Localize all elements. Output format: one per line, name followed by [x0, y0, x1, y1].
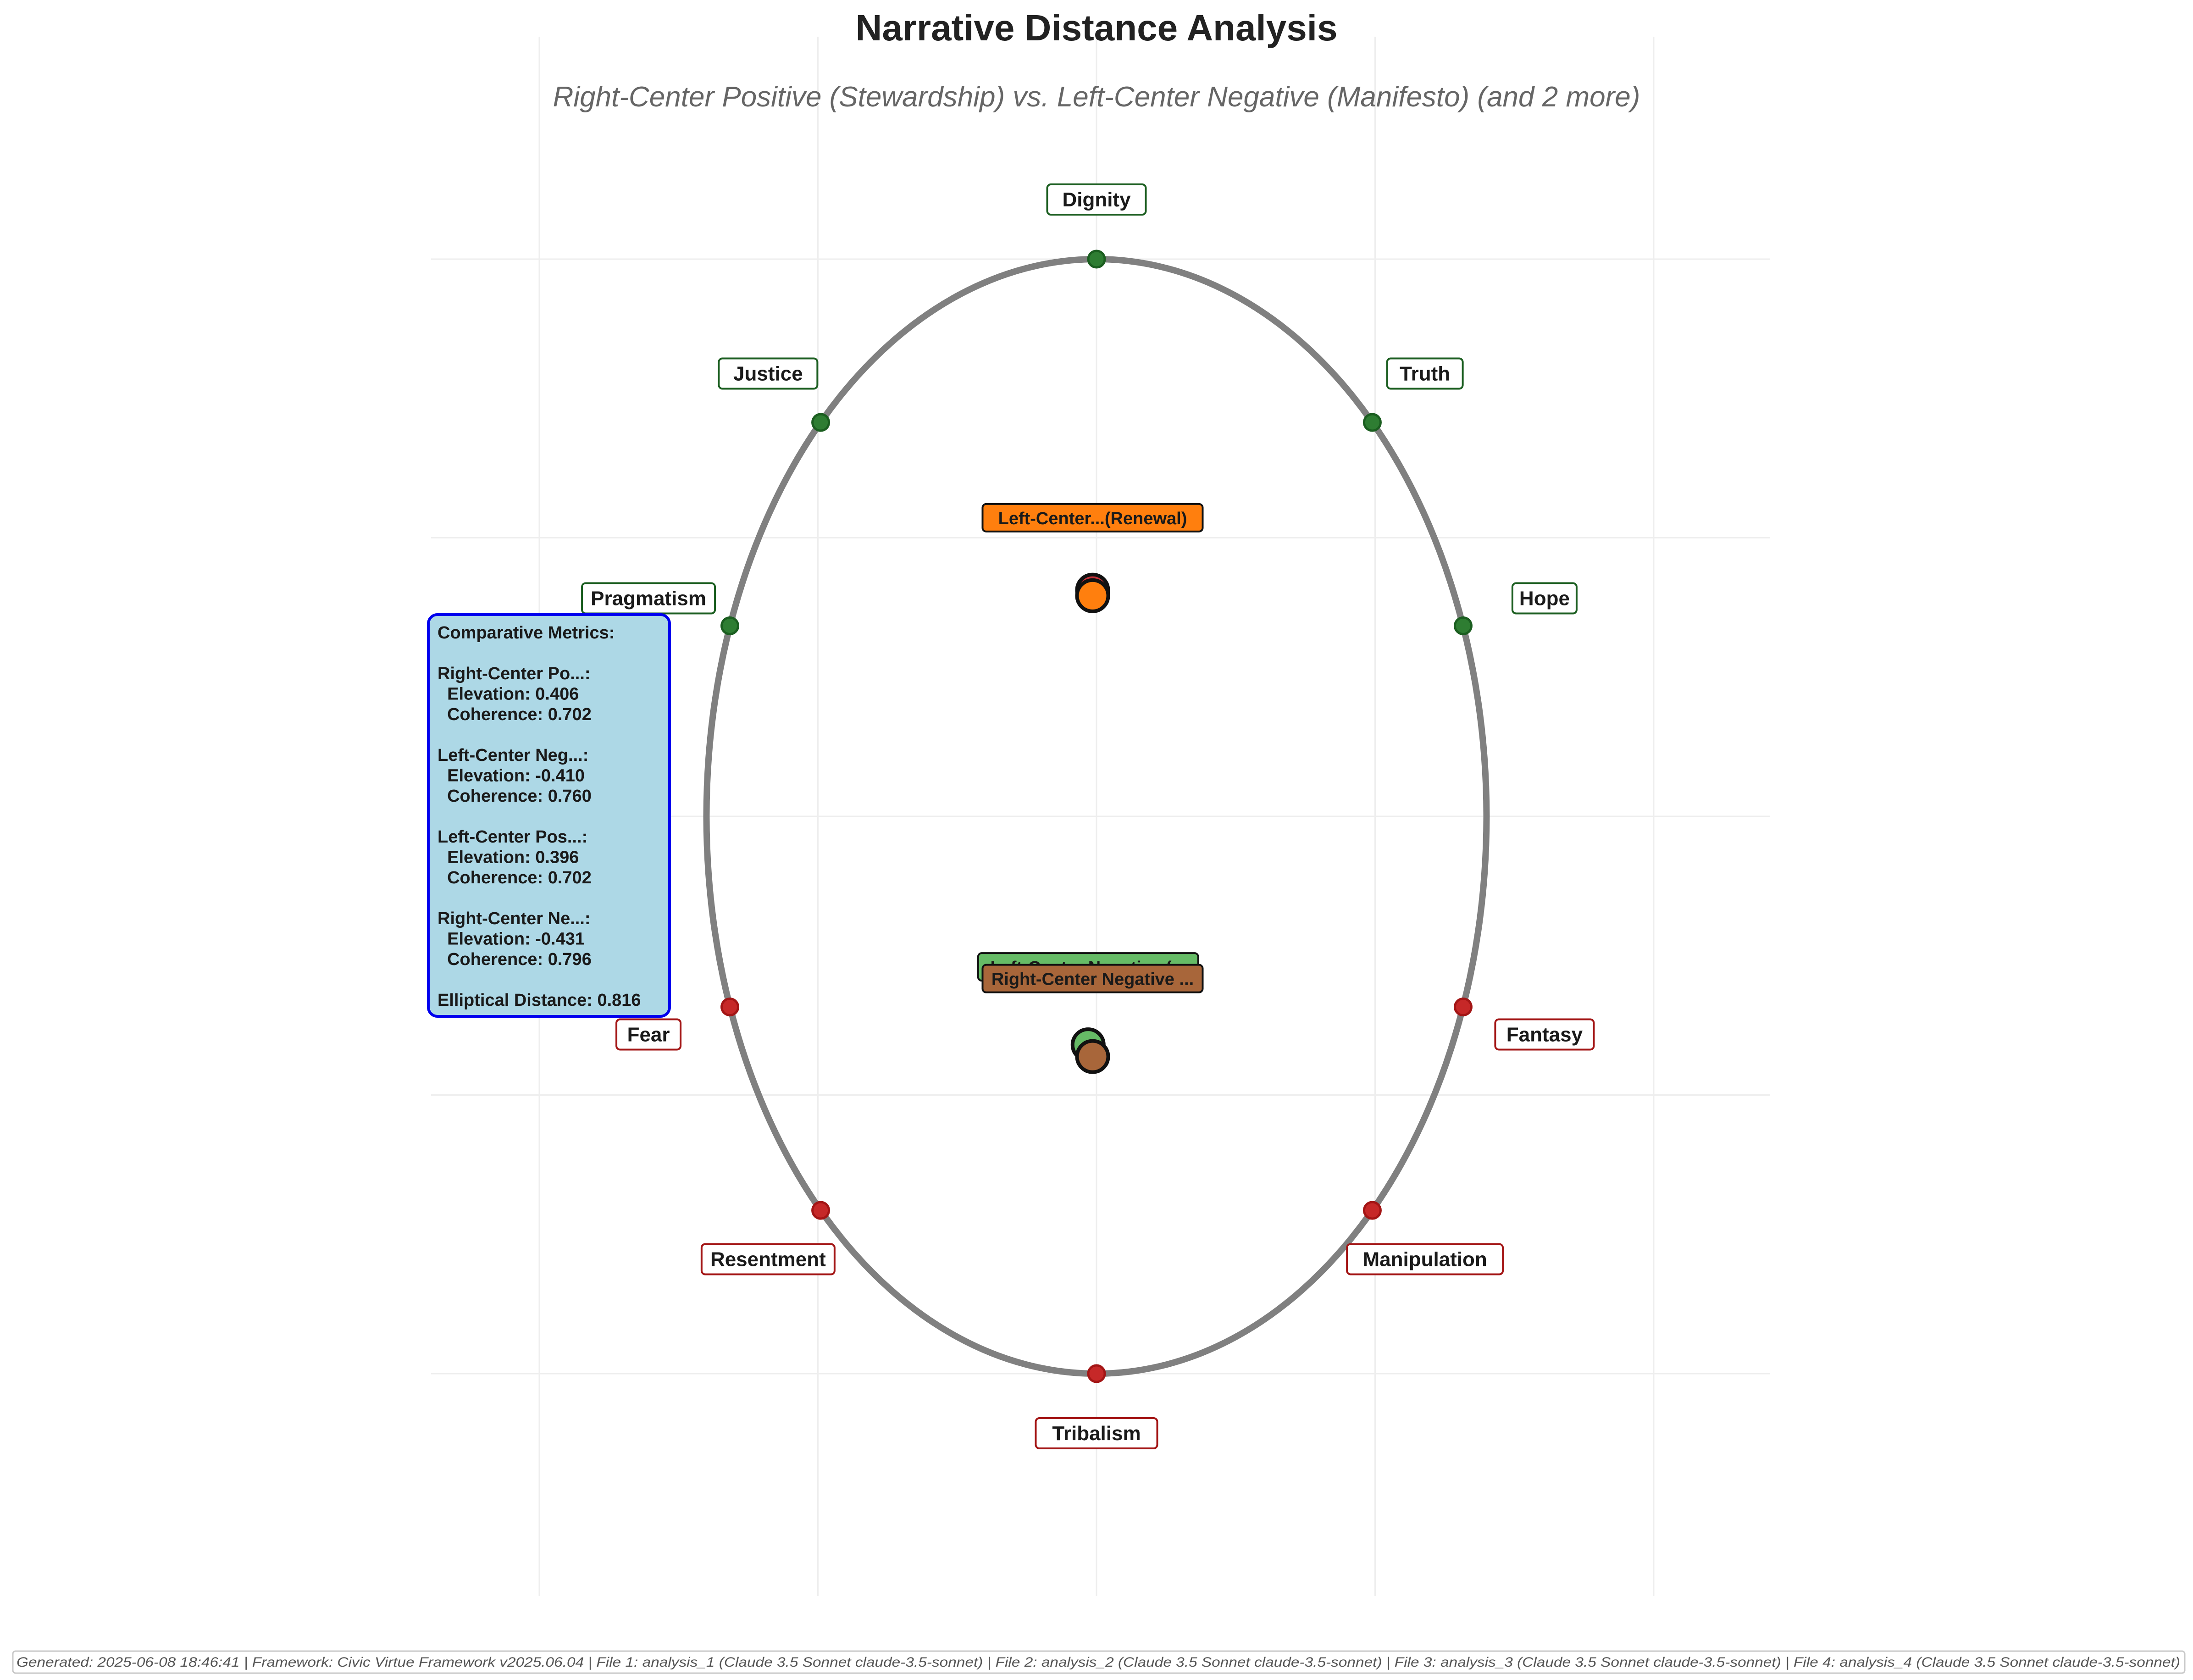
well-label-tribalism: Tribalism — [1052, 1422, 1141, 1445]
well-point-fantasy — [1453, 998, 1473, 1017]
metrics-line: Right-Center Ne...: — [437, 909, 591, 928]
metrics-line: Coherence: 0.796 — [437, 950, 592, 969]
well-point-tribalism — [1087, 1364, 1106, 1383]
chart-subtitle: Right-Center Positive (Stewardship) vs. … — [553, 81, 1640, 113]
narrative-point-2 — [1075, 1039, 1110, 1074]
metrics-line: Elliptical Distance: 0.816 — [437, 991, 641, 1010]
well-label-pragmatism: Pragmatism — [591, 588, 706, 610]
metrics-line: Elevation: -0.431 — [437, 930, 585, 949]
metrics-line: Left-Center Pos...: — [437, 827, 587, 847]
metrics-heading: Comparative Metrics: — [437, 623, 615, 643]
well-label-justice: Justice — [733, 363, 803, 385]
well-label-manipulation: Manipulation — [1362, 1248, 1487, 1270]
metrics-box: Comparative Metrics: Right-Center Po...:… — [427, 613, 671, 1018]
well-label-fear: Fear — [627, 1023, 670, 1046]
narrative-point-4 — [1075, 578, 1110, 613]
narrative-distance-chart: Narrative Distance Analysis Right-Center… — [0, 0, 2193, 1680]
metrics-line: Coherence: 0.702 — [437, 868, 592, 887]
well-point-hope — [1453, 616, 1473, 635]
metrics-line: Elevation: -0.410 — [437, 766, 585, 786]
well-label-hope: Hope — [1519, 588, 1570, 610]
metrics-line: Coherence: 0.760 — [437, 787, 592, 806]
well-label-fantasy: Fantasy — [1506, 1023, 1583, 1046]
metrics-line: Coherence: 0.702 — [437, 705, 592, 724]
footer-text: Generated: 2025-06-08 18:46:41 | Framewo… — [17, 1655, 2180, 1670]
metrics-line: Elevation: 0.396 — [437, 848, 579, 867]
well-point-fear — [720, 998, 740, 1017]
well-point-justice — [811, 413, 831, 432]
well-label-truth: Truth — [1400, 363, 1450, 385]
narrative-label-2: Right-Center Negative ... — [991, 970, 1194, 989]
metrics-line: Left-Center Neg...: — [437, 746, 588, 765]
metrics-line: Right-Center Po...: — [437, 664, 591, 683]
well-point-resentment — [811, 1201, 831, 1220]
well-point-pragmatism — [720, 616, 740, 635]
metrics-line: Elevation: 0.406 — [437, 685, 579, 704]
narrative-label-4: Left-Center...(Renewal) — [998, 509, 1187, 528]
well-point-truth — [1362, 413, 1382, 432]
chart-title: Narrative Distance Analysis — [856, 7, 1338, 48]
well-label-resentment: Resentment — [710, 1248, 826, 1270]
well-label-dignity: Dignity — [1062, 189, 1131, 211]
well-point-dignity — [1087, 250, 1106, 269]
well-point-manipulation — [1362, 1201, 1382, 1220]
